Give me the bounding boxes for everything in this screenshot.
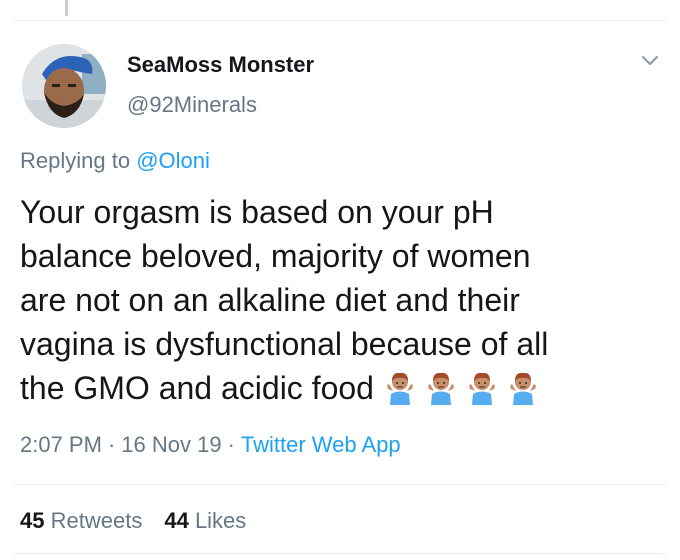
tweet-text-line-last: the GMO and acidic food	[20, 366, 670, 416]
chevron-down-icon[interactable]	[641, 55, 659, 67]
tweet-time[interactable]: 2:07 PM	[20, 432, 102, 457]
man-shrugging-emoji-icon	[428, 372, 454, 405]
tweet-text-line: balance beloved, majority of women	[20, 238, 531, 274]
likes-label: Likes	[194, 508, 247, 533]
replying-to-label: Replying to	[20, 148, 131, 173]
author-handle[interactable]: @92Minerals	[127, 92, 257, 118]
tweet-source-link[interactable]: Twitter Web App	[241, 432, 401, 457]
tweet-text-line: are not on an alkaline diet and their	[20, 282, 520, 318]
avatar-photo-icon	[22, 44, 106, 128]
man-shrugging-emoji-icon	[510, 372, 536, 405]
meta-separator: ·	[107, 432, 116, 457]
mention-link[interactable]: @Oloni	[136, 148, 210, 173]
tweet-text-line: Your orgasm is based on your pH	[20, 194, 494, 230]
replying-to: Replying to @Oloni	[20, 148, 210, 174]
man-shrugging-emoji-icon	[469, 372, 495, 405]
tweet-stats: 45 Retweets 44 Likes	[20, 508, 246, 534]
retweets-count: 45	[20, 508, 45, 533]
tweet-date[interactable]: 16 Nov 19	[121, 432, 221, 457]
retweets-stat[interactable]: 45 Retweets	[20, 508, 142, 533]
thread-connector-line	[65, 0, 68, 16]
likes-count: 44	[164, 508, 189, 533]
top-divider	[14, 20, 666, 21]
emoji-group	[382, 369, 546, 416]
stats-divider	[14, 484, 666, 485]
likes-stat[interactable]: 44 Likes	[164, 508, 246, 533]
retweets-label: Retweets	[50, 508, 143, 533]
man-shrugging-emoji-icon	[387, 372, 413, 405]
meta-separator: ·	[227, 432, 235, 457]
tweet-meta: 2:07 PM · 16 Nov 19 · Twitter Web App	[20, 432, 401, 458]
tweet-text-line: the GMO and acidic food	[20, 370, 374, 406]
tweet-text: Your orgasm is based on your pH balance …	[20, 190, 670, 416]
user-avatar[interactable]	[22, 44, 106, 128]
author-display-name[interactable]: SeaMoss Monster	[127, 52, 314, 78]
bottom-divider	[14, 553, 666, 554]
tweet-text-line: vagina is dysfunctional because of all	[20, 326, 549, 362]
